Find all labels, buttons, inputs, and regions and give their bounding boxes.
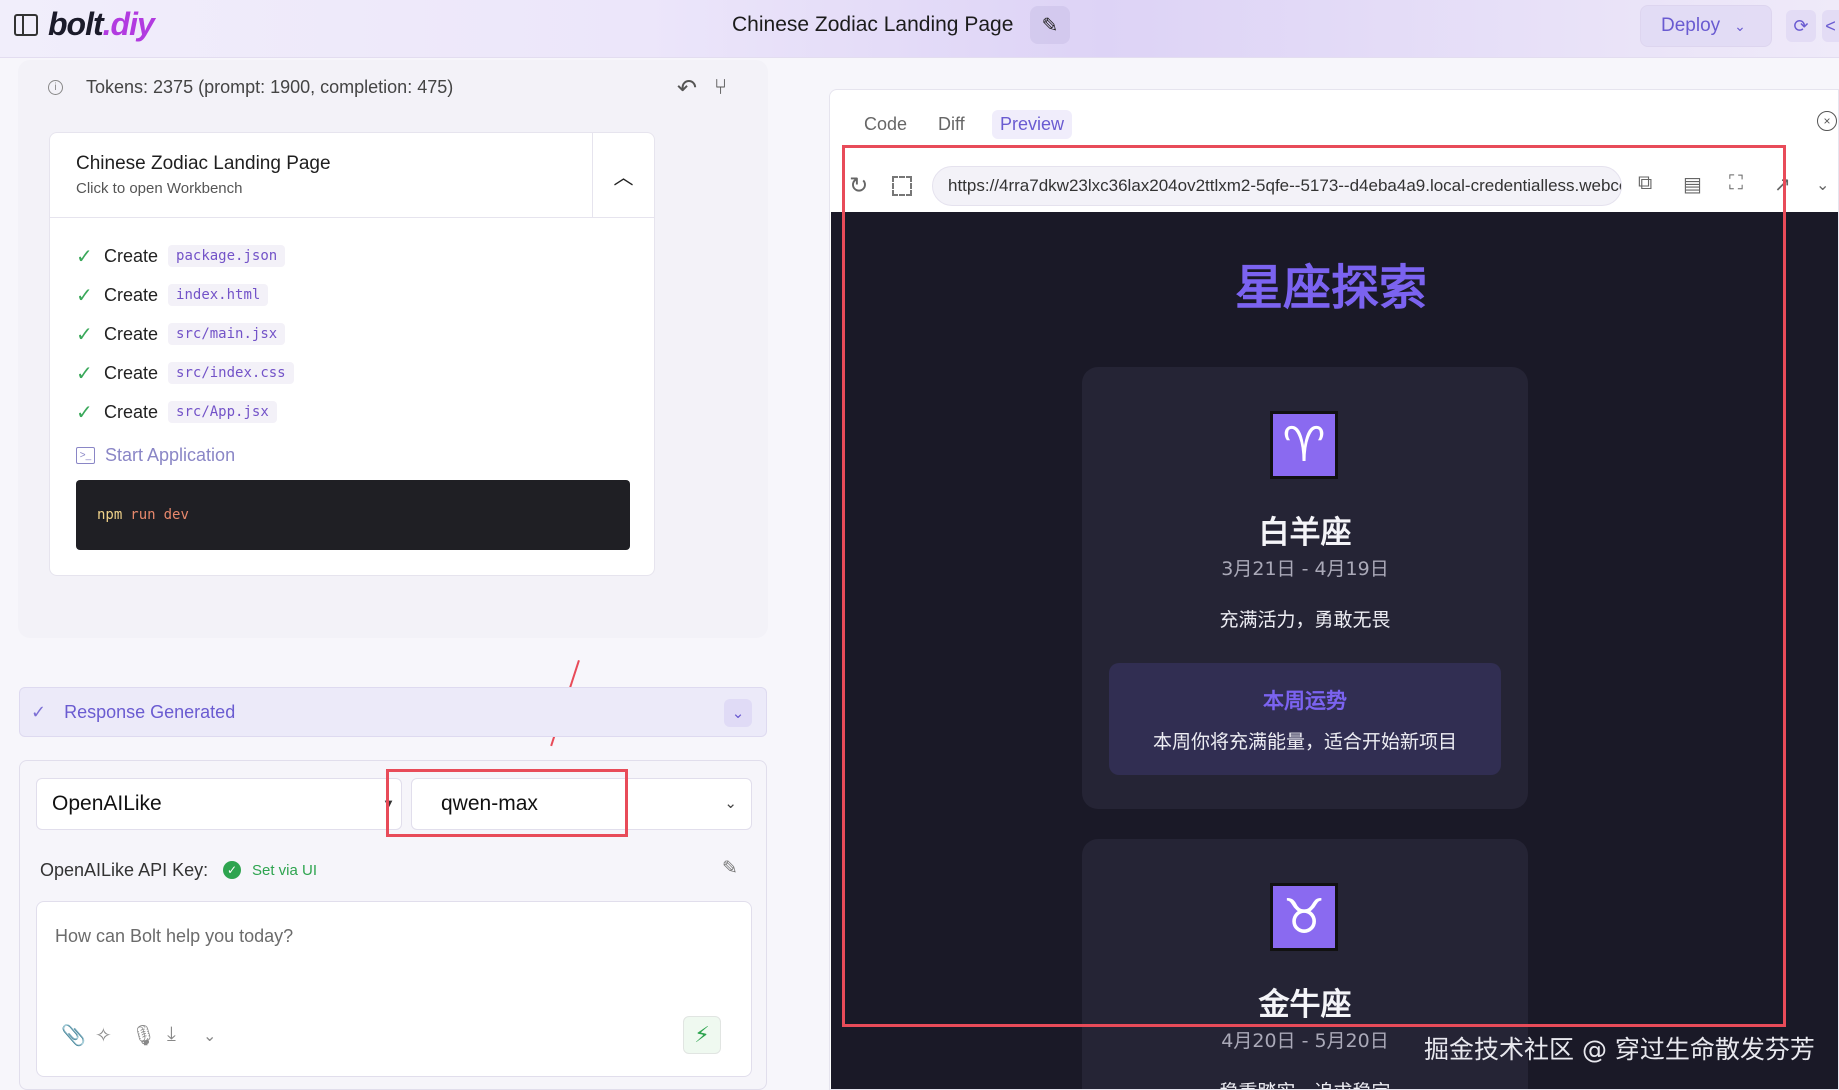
artifact-header[interactable]: Chinese Zodiac Landing Page Click to ope…: [50, 133, 654, 218]
chevron-down-icon: ⌄: [1734, 17, 1746, 34]
sidebar-toggle-icon[interactable]: [14, 14, 38, 36]
send-button[interactable]: ⚡: [683, 1016, 721, 1054]
attach-icon[interactable]: 📎: [61, 1023, 86, 1048]
api-key-label: OpenAILike API Key:: [40, 860, 209, 880]
artifact-title: Chinese Zodiac Landing Page: [76, 153, 331, 174]
watermark-text: 掘金技术社区 @ 穿过生命散发芬芳: [1424, 1035, 1815, 1064]
file-path[interactable]: src/main.jsx: [168, 323, 286, 345]
check-icon: ✓: [76, 362, 93, 385]
enhance-prompt-icon[interactable]: ✧: [95, 1023, 112, 1048]
prompt-placeholder: How can Bolt help you today?: [55, 926, 294, 946]
chevron-up-icon: ︿: [613, 167, 634, 189]
bolt-icon: ⚡: [694, 1022, 710, 1047]
edit-title-button[interactable]: ✎: [1030, 6, 1070, 44]
action-step: ✓ Create index.html: [76, 282, 269, 308]
file-path[interactable]: package.json: [168, 245, 286, 267]
pencil-icon: ✎: [1041, 14, 1059, 37]
info-icon: i: [48, 80, 63, 95]
deploy-label: Deploy: [1661, 15, 1721, 36]
zodiac-trait: 稳重踏实，追求稳定: [1082, 1077, 1528, 1089]
artifact-subtitle: Click to open Workbench: [76, 180, 243, 197]
prompt-textarea[interactable]: How can Bolt help you today? 📎 ✧ 🎙 ⤓ ⌄ ⚡: [36, 901, 752, 1077]
import-icon[interactable]: ⤓: [167, 1023, 176, 1046]
tab-diff[interactable]: Diff: [930, 110, 973, 139]
close-icon[interactable]: ×: [1817, 111, 1837, 131]
project-title: Chinese Zodiac Landing Page: [732, 13, 1014, 36]
check-icon: ✓: [76, 323, 93, 346]
chevron-down-icon[interactable]: ⌄: [724, 699, 752, 727]
tab-code[interactable]: Code: [856, 110, 915, 139]
deploy-button[interactable]: Deploy ⌄: [1640, 5, 1772, 47]
bolt-logo[interactable]: bolt.diy: [48, 6, 155, 43]
command-block: npm run dev: [76, 480, 630, 550]
start-application-step: >_ Start Application: [76, 442, 235, 468]
api-key-status: Set via UI: [252, 862, 318, 879]
token-usage: i Tokens: 2375 (prompt: 1900, completion…: [48, 77, 453, 98]
terminal-icon: >_: [76, 446, 95, 464]
chevron-down-icon[interactable]: ⌄: [1816, 175, 1829, 195]
sync-icon[interactable]: ⟳: [1786, 10, 1816, 42]
check-icon: ✓: [31, 701, 47, 722]
action-step: ✓ Create src/App.jsx: [76, 399, 277, 425]
action-step: ✓ Create package.json: [76, 243, 286, 269]
file-path[interactable]: src/App.jsx: [168, 401, 277, 423]
action-step: ✓ Create src/main.jsx: [76, 321, 286, 347]
check-circle-icon: ✓: [223, 861, 241, 879]
undo-icon[interactable]: ↶: [677, 74, 697, 103]
model-highlight-box: [386, 769, 628, 837]
check-icon: ✓: [76, 401, 93, 424]
app-header: bolt.diy Chinese Zodiac Landing Page ✎ D…: [0, 0, 1839, 58]
artifact-card[interactable]: Chinese Zodiac Landing Page Click to ope…: [49, 132, 655, 576]
chevron-down-icon[interactable]: ⌄: [203, 1026, 216, 1046]
file-path[interactable]: src/index.css: [168, 362, 294, 384]
code-toggle-icon[interactable]: <: [1822, 10, 1839, 42]
pencil-icon[interactable]: ✎: [722, 857, 738, 880]
token-usage-text: Tokens: 2375 (prompt: 1900, completion: …: [86, 77, 454, 97]
action-step: ✓ Create src/index.css: [76, 360, 294, 386]
chevron-down-icon: ⌄: [724, 795, 737, 812]
response-status-text: Response Generated: [64, 701, 236, 722]
collapse-artifact-button[interactable]: ︿: [592, 133, 654, 218]
microphone-icon[interactable]: 🎙: [131, 1023, 156, 1048]
preview-highlight-box: [842, 145, 1786, 1027]
tab-preview[interactable]: Preview: [992, 110, 1073, 139]
chat-input-container: OpenAILike ▼ qwen-max ⌄ OpenAILike API K…: [19, 760, 767, 1090]
check-icon: ✓: [76, 284, 93, 307]
fork-icon[interactable]: ⑂: [714, 74, 727, 100]
file-path[interactable]: index.html: [168, 284, 269, 306]
provider-select[interactable]: OpenAILike ▼: [36, 778, 402, 830]
check-icon: ✓: [76, 245, 93, 268]
response-status-bar[interactable]: ✓ Response Generated ⌄: [19, 687, 767, 737]
